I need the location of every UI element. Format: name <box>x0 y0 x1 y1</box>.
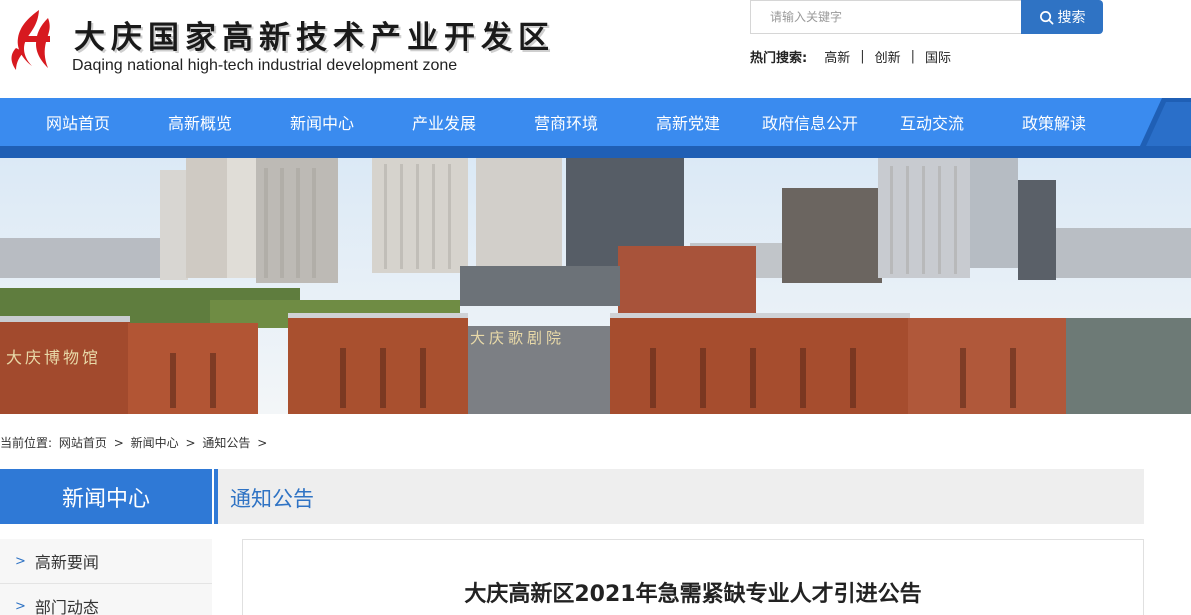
chevron-right-icon: > <box>15 553 26 569</box>
search-button[interactable]: 搜索 <box>1021 0 1103 34</box>
breadcrumb-notices[interactable]: 通知公告 <box>202 436 250 450</box>
breadcrumb-news[interactable]: 新闻中心 <box>131 436 179 450</box>
site-subtitle: Daqing national high-tech industrial dev… <box>72 57 458 74</box>
breadcrumb-separator: > <box>257 436 268 450</box>
search-button-label: 搜索 <box>1057 10 1086 26</box>
site-header: 大庆国家高新技术产业开发区 Daqing national high-tech … <box>0 0 1191 98</box>
hot-search-divider: | <box>910 49 916 64</box>
article-title: 大庆高新区2021年急需紧缺专业人才引进公告 <box>464 582 922 607</box>
breadcrumb: 当前位置: 网站首页 > 新闻中心 > 通知公告 > <box>0 434 270 451</box>
hot-search-item[interactable]: 高新 <box>824 47 850 66</box>
chevron-right-icon: > <box>15 598 26 614</box>
sidebar-menu: > 高新要闻 > 部门动态 <box>0 539 212 615</box>
sidebar-heading: 新闻中心 <box>0 469 212 524</box>
search-box <box>750 0 1022 34</box>
hot-search-item[interactable]: 国际 <box>925 47 951 66</box>
page: 大庆国家高新技术产业开发区 Daqing national high-tech … <box>0 0 1191 615</box>
banner-sign-museum: 大庆博物馆 <box>6 348 101 367</box>
nav-item-party-building[interactable]: 高新党建 <box>627 110 749 134</box>
nav-bottom-stripe <box>0 146 1191 158</box>
nav-item-industry[interactable]: 产业发展 <box>383 110 505 134</box>
breadcrumb-separator: > <box>185 436 196 450</box>
nav-item-overview[interactable]: 高新概览 <box>139 110 261 134</box>
banner-sign-opera: 大庆歌剧院 <box>470 329 565 347</box>
search-icon <box>1039 10 1053 24</box>
hot-search-label: 热门搜索: <box>750 51 808 66</box>
nav-item-home[interactable]: 网站首页 <box>17 110 139 134</box>
hot-search-divider: | <box>860 49 865 64</box>
main-nav: 网站首页 高新概览 新闻中心 产业发展 营商环境 高新党建 政府信息公开 互动交… <box>17 98 1115 146</box>
article-panel: 大庆高新区2021年急需紧缺专业人才引进公告 <box>242 539 1144 615</box>
search-input[interactable] <box>751 1 1021 33</box>
nav-item-interaction[interactable]: 互动交流 <box>871 110 993 134</box>
sidebar-item-headline-news[interactable]: > 高新要闻 <box>0 539 212 584</box>
category-header: 通知公告 <box>214 469 1144 524</box>
nav-item-news[interactable]: 新闻中心 <box>261 110 383 134</box>
breadcrumb-separator: > <box>113 436 124 450</box>
flame-logo-icon[interactable] <box>6 8 56 72</box>
sidebar-item-department-news[interactable]: > 部门动态 <box>0 584 212 615</box>
nav-item-policy[interactable]: 政策解读 <box>993 110 1115 134</box>
nav-item-gov-info[interactable]: 政府信息公开 <box>749 110 871 134</box>
nav-item-business-environment[interactable]: 营商环境 <box>505 110 627 134</box>
hot-search-item[interactable]: 创新 <box>875 47 901 66</box>
category-title: 通知公告 <box>230 487 314 511</box>
nav-corner-decoration <box>1140 98 1191 158</box>
hot-search: 热门搜索: 高新 | 创新 | 国际 <box>750 47 951 66</box>
sidebar-item-label: 高新要闻 <box>34 553 99 572</box>
site-title[interactable]: 大庆国家高新技术产业开发区 <box>74 12 555 57</box>
breadcrumb-prefix: 当前位置: <box>0 436 53 450</box>
sidebar-item-label: 部门动态 <box>34 598 99 615</box>
banner-image: 大庆歌剧院 大庆博物馆 <box>0 158 1191 414</box>
breadcrumb-home[interactable]: 网站首页 <box>59 436 107 450</box>
